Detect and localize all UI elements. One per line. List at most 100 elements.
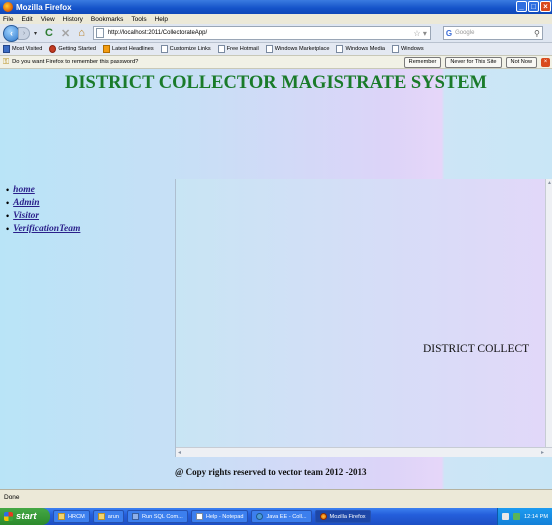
bookmark-windows-marketplace[interactable]: Windows Marketplace (265, 45, 330, 53)
minimize-button[interactable]: _ (516, 1, 527, 12)
close-button[interactable]: × (540, 1, 551, 12)
page-icon (217, 45, 225, 53)
navigation-toolbar: ‹ › ▾ C ✕ ⌂ http://localhost:2011/Collec… (0, 24, 552, 43)
bookmark-label: Windows Media (345, 46, 385, 52)
address-bar[interactable]: http://localhost:2011/CollectorateApp/ ☆… (92, 26, 431, 40)
task-label: Help - Notepad (205, 513, 244, 520)
stop-icon[interactable]: ✕ (61, 27, 70, 40)
nav-item-admin: • Admin (6, 197, 80, 210)
menu-bookmarks[interactable]: Bookmarks (91, 16, 124, 23)
menu-file[interactable]: File (3, 16, 13, 23)
reload-icon[interactable]: C (45, 27, 53, 39)
system-tray: 12:14 PM (497, 508, 552, 525)
nav-link-visitor[interactable]: Visitor (13, 210, 39, 223)
password-actions: Remember Never for This Site Not Now × (403, 56, 552, 68)
bookmark-icon (3, 45, 10, 53)
vertical-scrollbar[interactable]: ▲ (545, 179, 552, 447)
task-notepad[interactable]: Help - Notepad (190, 510, 249, 523)
site-nav-list: • home • Admin • Visitor • VerificationTeam (6, 184, 80, 236)
start-label: start (16, 511, 37, 522)
content-iframe[interactable]: DISTRICT COLLECT ▲ ◂ ▸ (175, 179, 552, 457)
tray-network-icon[interactable] (513, 513, 521, 520)
sql-icon (131, 513, 139, 520)
eclipse-icon (256, 513, 264, 520)
maximize-button[interactable]: □ (528, 1, 539, 12)
bullet-icon: • (6, 198, 10, 208)
menu-history[interactable]: History (63, 16, 83, 23)
forward-button[interactable]: › (18, 26, 30, 40)
home-icon[interactable]: ⌂ (78, 27, 85, 39)
status-bar: Done (0, 489, 552, 508)
rss-icon (103, 45, 110, 53)
menu-tools[interactable]: Tools (131, 16, 146, 23)
password-notification-bar: ⚿ Do you want Firefox to remember this p… (0, 55, 552, 69)
task-java-ee[interactable]: Java EE - Coll... (251, 510, 312, 523)
scroll-right-icon[interactable]: ▸ (541, 449, 544, 456)
copyright-footer: @ Copy rights reserved to vector team 20… (175, 467, 367, 477)
password-message: Do you want Firefox to remember this pas… (12, 59, 139, 65)
task-arun[interactable]: arun (92, 510, 124, 523)
bookmark-label: Windows Marketplace (274, 46, 330, 52)
page-icon (336, 45, 344, 53)
horizontal-scrollbar[interactable]: ◂ ▸ (176, 447, 552, 457)
never-for-this-site-button[interactable]: Never for This Site (445, 56, 502, 68)
page-icon (95, 28, 104, 38)
bookmark-free-hotmail[interactable]: Free Hotmail (217, 45, 259, 53)
search-box[interactable]: G Google ⚲ (442, 26, 543, 40)
google-icon[interactable]: G (446, 29, 452, 38)
task-mozilla-firefox[interactable]: Mozilla Firefox (314, 510, 371, 523)
bookmark-windows-media[interactable]: Windows Media (336, 45, 385, 53)
nav-item-home: • home (6, 184, 80, 197)
start-button[interactable]: start (0, 508, 50, 525)
bookmark-star-icon[interactable]: ☆ ▾ (413, 29, 426, 38)
window-titlebar: Mozilla Firefox _ □ × (0, 0, 552, 14)
nav-link-home[interactable]: home (13, 184, 35, 197)
page-content: DISTRICT COLLECTOR MAGISTRATE SYSTEM • ho… (0, 69, 552, 489)
nav-link-verification-team[interactable]: VerificationTeam (13, 223, 80, 236)
bookmark-getting-started[interactable]: Getting Started (49, 45, 96, 53)
page-icon (160, 45, 168, 53)
task-run-sql[interactable]: Run SQL Com... (126, 510, 188, 523)
task-label: arun (107, 513, 119, 520)
nav-item-verification-team: • VerificationTeam (6, 223, 80, 236)
nav-link-admin[interactable]: Admin (13, 197, 39, 210)
notepad-icon (195, 513, 203, 520)
menu-view[interactable]: View (41, 16, 55, 23)
not-now-button[interactable]: Not Now (505, 56, 537, 68)
menu-help[interactable]: Help (155, 16, 168, 23)
key-icon: ⚿ (3, 57, 10, 66)
marquee-text: DISTRICT COLLECT (423, 343, 530, 355)
close-notification-icon[interactable]: × (541, 57, 550, 67)
search-icon[interactable]: ⚲ (534, 29, 540, 38)
bookmark-customize-links[interactable]: Customize Links (160, 45, 211, 53)
bookmark-label: Latest Headlines (112, 46, 154, 52)
bookmark-windows[interactable]: Windows (391, 45, 424, 53)
task-hrcm[interactable]: HRCM (53, 510, 90, 523)
window-title: Mozilla Firefox (16, 2, 72, 12)
firefox-icon (3, 2, 13, 12)
history-dropdown-icon[interactable]: ▾ (34, 30, 37, 37)
bookmark-latest-headlines[interactable]: Latest Headlines (103, 45, 154, 53)
bookmark-label: Most Visited (12, 46, 43, 52)
bookmark-label: Customize Links (169, 46, 211, 52)
scroll-up-icon[interactable]: ▲ (547, 180, 552, 186)
folder-icon (97, 513, 105, 520)
windows-taskbar: start HRCM arun Run SQL Com... Help - No… (0, 508, 552, 525)
bookmark-most-visited[interactable]: Most Visited (3, 45, 42, 53)
url-text: http://localhost:2011/CollectorateApp/ (107, 30, 208, 36)
task-label: HRCM (68, 513, 85, 520)
bookmarks-toolbar: Most Visited Getting Started Latest Head… (0, 43, 552, 55)
search-placeholder: Google (455, 30, 475, 36)
bookmark-label: Free Hotmail (226, 46, 259, 52)
page-icon (391, 45, 399, 53)
bullet-icon: • (6, 224, 10, 234)
menu-edit[interactable]: Edit (21, 16, 32, 23)
status-text: Done (4, 494, 20, 501)
clock[interactable]: 12:14 PM (524, 514, 548, 520)
page-title: DISTRICT COLLECTOR MAGISTRATE SYSTEM (64, 73, 487, 93)
scroll-left-icon[interactable]: ◂ (178, 449, 181, 456)
task-label: Java EE - Coll... (266, 513, 307, 520)
remember-button[interactable]: Remember (403, 56, 442, 68)
tray-app-icon[interactable] (502, 513, 510, 520)
bullet-icon: • (6, 211, 10, 221)
